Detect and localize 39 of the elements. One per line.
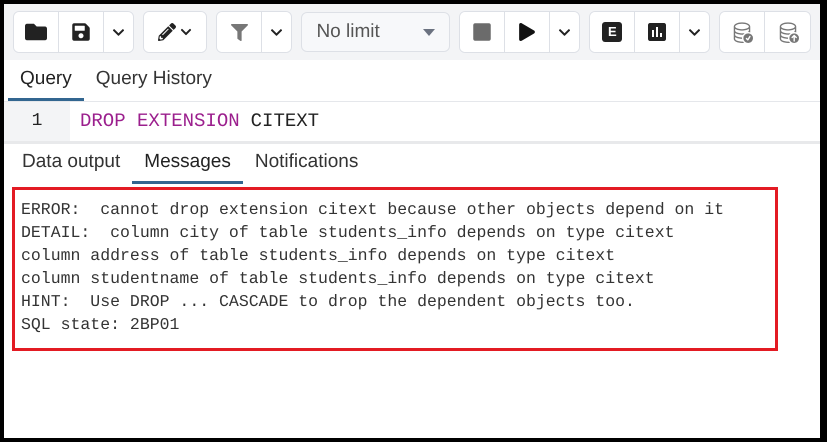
explain-icon: E — [602, 22, 622, 42]
edit-button[interactable] — [144, 12, 206, 52]
explain-button[interactable]: E — [590, 12, 636, 52]
caret-down-icon — [423, 28, 436, 36]
pencil-icon — [158, 23, 176, 41]
code-editor[interactable]: 1 DROP EXTENSION CITEXT — [4, 102, 820, 144]
message-line: column address of table students_info depends on type citext — [21, 245, 616, 267]
tab[interactable]: Data output — [10, 144, 132, 184]
open-button[interactable] — [14, 12, 59, 52]
tab[interactable]: Messages — [132, 144, 243, 184]
message-line: HINT: Use DROP ... CASCADE to drop the dependent objects too. — [21, 291, 636, 313]
message-line: column studentname of table students_info depends on type citext — [21, 268, 656, 290]
sql-identifier: CITEXT — [250, 109, 320, 134]
play-icon — [518, 23, 536, 41]
execute-button[interactable] — [505, 12, 550, 52]
caret-button[interactable] — [680, 12, 710, 52]
message-line: DETAIL: column city of table students_info depends on type citext — [21, 222, 676, 244]
tab[interactable]: Query History — [84, 60, 224, 101]
message-line: ERROR: cannot drop extension citext because other objects depend on it — [21, 199, 726, 221]
save-button[interactable] — [58, 12, 104, 52]
stop-button[interactable] — [460, 12, 506, 52]
database-check-icon — [731, 21, 754, 43]
caret-button[interactable] — [550, 12, 580, 52]
save-icon — [70, 22, 91, 42]
rollback-button[interactable] — [765, 12, 810, 52]
line-number: 1 — [4, 102, 70, 141]
explain-analyze-button[interactable] — [635, 12, 680, 52]
row-limit-dropdown[interactable]: No limit — [301, 12, 450, 52]
chevron-down-icon — [180, 26, 192, 38]
filter-button[interactable] — [217, 12, 262, 52]
sql-keyword: DROP EXTENSION — [80, 109, 240, 134]
caret-button[interactable] — [104, 12, 133, 52]
stop-icon — [472, 22, 492, 42]
message-line: SQL state: 2BP01 — [21, 314, 180, 336]
commit-button[interactable] — [720, 12, 766, 52]
caret-button[interactable] — [262, 12, 292, 52]
filter-icon — [230, 24, 248, 40]
tab[interactable]: Notifications — [242, 144, 370, 184]
folder-icon — [24, 21, 47, 43]
